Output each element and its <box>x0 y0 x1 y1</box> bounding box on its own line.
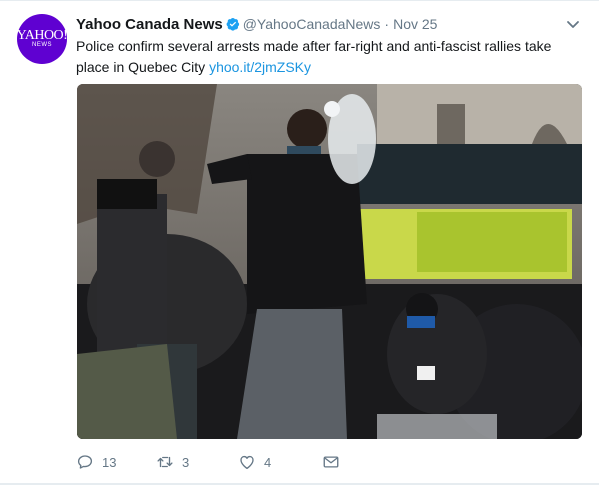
heart-icon <box>240 455 254 470</box>
tweet-header: Yahoo Canada News @YahooCanadaNews · Nov… <box>76 14 437 34</box>
tweet-link[interactable]: yhoo.it/2jmZSKy <box>209 59 311 75</box>
envelope-icon <box>323 456 339 468</box>
tweet-text-body: Police confirm several arrests made afte… <box>76 38 552 75</box>
tweet-photo[interactable] <box>77 84 582 439</box>
like-button[interactable]: 4 <box>238 453 322 471</box>
like-count: 4 <box>264 454 272 470</box>
avatar[interactable]: YAHOO! NEWS <box>16 14 68 64</box>
retweet-icon <box>157 456 173 468</box>
author-handle[interactable]: @YahooCanadaNews <box>243 16 381 32</box>
retweet-button[interactable]: 3 <box>156 453 238 471</box>
reply-icon <box>77 455 93 469</box>
retweet-count: 3 <box>182 454 190 470</box>
reply-button[interactable]: 13 <box>76 453 156 471</box>
tweet-card[interactable]: YAHOO! NEWS Yahoo Canada News @YahooCana… <box>0 0 599 485</box>
direct-message-button[interactable] <box>322 453 340 471</box>
author-name[interactable]: Yahoo Canada News <box>76 16 223 33</box>
avatar-logo-main: YAHOO! <box>16 28 68 43</box>
reply-count: 13 <box>102 454 117 470</box>
verified-badge-icon <box>226 17 239 31</box>
tweet-text: Police confirm several arrests made afte… <box>76 36 581 78</box>
header-separator: · <box>384 16 390 32</box>
chevron-down-icon[interactable] <box>565 16 581 32</box>
divider-top <box>0 0 599 1</box>
tweet-timestamp[interactable]: Nov 25 <box>393 16 437 32</box>
avatar-logo-sub: NEWS <box>32 42 52 48</box>
tweet-actions: 13 3 4 <box>76 452 340 472</box>
